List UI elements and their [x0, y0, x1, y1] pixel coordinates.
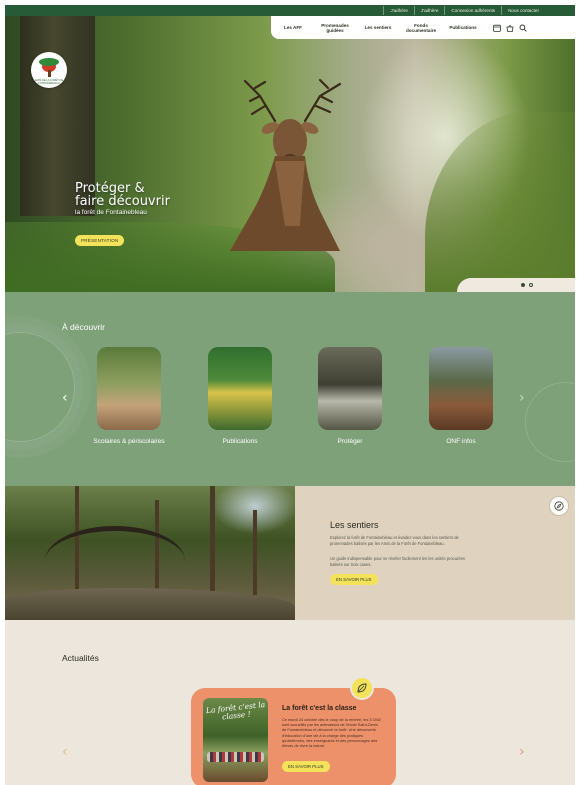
discover-section: À découvrir ‹ › Scolaires & périscolaire…	[5, 292, 575, 486]
news-card-title[interactable]: La forêt c'est la classe	[282, 705, 356, 712]
news-card-image: La forêt c'est la classe !	[203, 698, 268, 782]
slider-dot-1[interactable]	[521, 283, 525, 287]
news-title: Actualités	[62, 653, 99, 663]
site-logo[interactable]: AMIS DE LA FORÊT DE FONTAINEBLEAU	[31, 52, 67, 88]
logo-tree-leaves	[39, 58, 59, 66]
nav-item-les-aff[interactable]: Les AFF	[271, 25, 315, 30]
slider-dots	[457, 278, 575, 292]
top-link-adherer-2[interactable]: J'adhère	[413, 6, 444, 15]
discover-card-proteger[interactable]	[318, 347, 382, 430]
decorative-ring	[5, 332, 75, 442]
main-navigation: Les AFF Promenades guidées Les sentiers …	[271, 16, 575, 39]
nav-item-publications[interactable]: Publications	[441, 25, 485, 30]
trails-title: Les sentiers	[330, 520, 379, 530]
oak-branch	[45, 526, 185, 596]
news-section: Actualités ‹ › La forêt c'est la classe …	[5, 620, 575, 785]
discover-card-publications[interactable]	[208, 347, 272, 430]
news-more-button[interactable]: EN SAVOIR PLUS	[282, 761, 330, 772]
logo-text: AMIS DE LA FORÊT DE FONTAINEBLEAU	[34, 79, 64, 85]
discover-title: À découvrir	[62, 322, 105, 332]
discover-card-label[interactable]: ONF infos	[411, 438, 511, 446]
deer-illustration	[230, 78, 342, 251]
hero-title: Protéger & faire découvrir	[75, 182, 170, 208]
trails-paragraph: Explorez la forêt de Fontainebleau et év…	[330, 535, 459, 546]
news-prev-arrow[interactable]: ‹	[62, 744, 68, 760]
discover-card-label[interactable]: Publications	[190, 438, 290, 446]
bag-icon[interactable]	[506, 24, 514, 32]
hero-fern-right	[425, 112, 575, 292]
nav-item-fonds[interactable]: Fonds documentaire	[401, 23, 441, 33]
news-image-handwriting: La forêt c'est la classe !	[205, 699, 266, 722]
compass-icon	[549, 496, 569, 516]
hero-title-line2: faire découvrir	[75, 194, 170, 209]
page: J'adhère J'adhère Connexion adhérents No…	[0, 0, 577, 785]
presentation-button[interactable]: PRÉSENTATION	[75, 235, 125, 246]
nav-item-sentiers[interactable]: Les sentiers	[355, 25, 401, 30]
news-image-people	[207, 752, 264, 762]
news-card[interactable]: La forêt c'est la classe ! La forêt c'es…	[191, 688, 396, 785]
trails-more-button[interactable]: EN SAVOIR PLUS	[330, 574, 378, 585]
trails-panel: Les sentiers Explorez la forêt de Fontai…	[295, 486, 575, 620]
hero-subtitle: la forêt de Fontainebleau	[75, 209, 147, 216]
top-link-login[interactable]: Connexion adhérents	[444, 6, 501, 15]
calendar-icon[interactable]	[493, 24, 501, 32]
top-utility-bar: J'adhère J'adhère Connexion adhérents No…	[5, 5, 575, 16]
top-link-adherer[interactable]: J'adhère	[383, 6, 413, 15]
search-icon[interactable]	[519, 24, 527, 32]
news-card-body: Ce mardi 24 octobre dès le coup de la re…	[282, 717, 381, 749]
hero-banner: Protéger & faire découvrir la forêt de F…	[5, 16, 575, 292]
discover-card-onf[interactable]	[429, 347, 493, 430]
discover-next-arrow[interactable]: ›	[519, 390, 525, 406]
top-link-contact[interactable]: Nous contacter	[501, 6, 545, 15]
leaf-icon	[350, 676, 374, 700]
rocks	[5, 588, 295, 620]
nav-item-promenades[interactable]: Promenades guidées	[315, 23, 355, 33]
discover-card-label[interactable]: Protéger	[300, 438, 400, 446]
slider-dot-2[interactable]	[529, 283, 533, 287]
decorative-ring	[525, 382, 575, 462]
trails-image	[5, 486, 295, 620]
logo-tree-trunk	[47, 70, 51, 77]
discover-card-label[interactable]: Scolaires & périscolaires	[79, 438, 179, 446]
discover-prev-arrow[interactable]: ‹	[62, 390, 68, 406]
trails-paragraph: Un guide indispensable pour se révéler f…	[330, 556, 465, 567]
discover-card-scolaires[interactable]	[97, 347, 161, 430]
news-next-arrow[interactable]: ›	[519, 744, 525, 760]
